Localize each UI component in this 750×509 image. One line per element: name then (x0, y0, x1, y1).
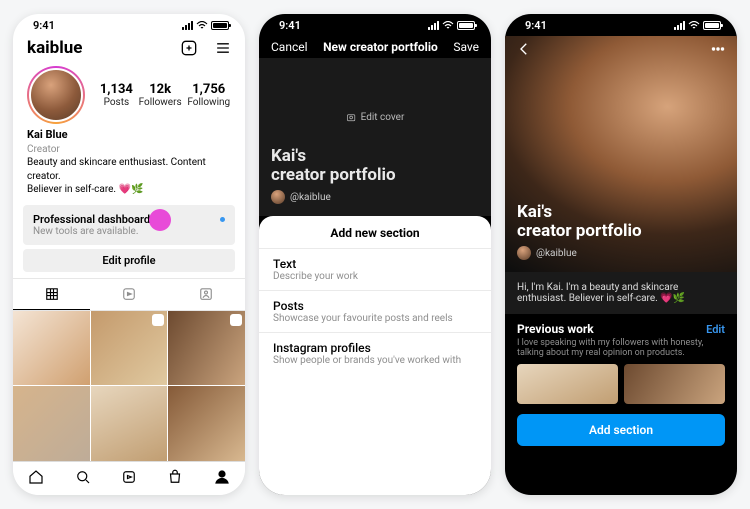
save-button[interactable]: Save (453, 40, 479, 54)
stat-followers[interactable]: 12k Followers (139, 82, 182, 108)
menu-icon[interactable] (213, 38, 233, 58)
nav-shop-icon[interactable] (166, 468, 184, 490)
new-portfolio-screen: 9:41 Cancel New creator portfolio Save E… (259, 14, 491, 495)
highlight-dot (149, 209, 171, 231)
edit-cover-button[interactable]: Edit cover (346, 112, 405, 123)
post-thumb[interactable] (13, 386, 90, 461)
previous-work-desc: I love speaking with my followers with h… (505, 338, 737, 364)
option-posts[interactable]: Posts Showcase your favourite posts and … (259, 290, 491, 332)
professional-dashboard[interactable]: Professional dashboard New tools are ava… (23, 205, 235, 245)
option-text[interactable]: Text Describe your work (259, 248, 491, 290)
stat-following[interactable]: 1,756 Following (187, 82, 230, 108)
profile-username[interactable]: kaiblue (27, 38, 179, 58)
wifi-icon (196, 21, 208, 30)
post-thumb[interactable] (91, 386, 168, 461)
signal-icon (674, 21, 685, 30)
edit-link[interactable]: Edit (706, 323, 725, 336)
post-thumb[interactable] (91, 311, 168, 386)
mini-avatar (517, 246, 531, 260)
status-bar: 9:41 (259, 14, 491, 36)
status-bar: 9:41 (505, 14, 737, 36)
bottom-nav (13, 461, 245, 495)
post-thumb[interactable] (13, 311, 90, 386)
intro-emoji: 💗🌿 (660, 293, 685, 304)
battery-icon (211, 21, 229, 30)
status-time: 9:41 (279, 19, 301, 32)
bio-emoji: 💗🌿 (119, 184, 144, 195)
nav-home-icon[interactable] (27, 468, 45, 490)
more-icon[interactable] (709, 40, 727, 58)
reel-badge-icon (230, 314, 242, 326)
status-indicators (182, 21, 229, 30)
avatar[interactable] (27, 66, 85, 124)
nav-profile-icon[interactable] (213, 468, 231, 490)
wifi-icon (688, 21, 700, 30)
portfolio-view-screen: 9:41 Kai's creator portfolio @kaiblue Hi… (505, 14, 737, 495)
battery-icon (703, 21, 721, 30)
portfolio-title: Kai's creator portfolio (517, 203, 725, 242)
previous-work-thumbs (505, 364, 737, 404)
bio-name: Kai Blue (27, 128, 231, 143)
wifi-icon (442, 21, 454, 30)
tab-grid[interactable] (13, 279, 90, 310)
modal-header: Cancel New creator portfolio Save (259, 36, 491, 58)
post-thumb[interactable] (168, 386, 245, 461)
status-indicators (674, 21, 721, 30)
back-icon[interactable] (515, 40, 533, 58)
status-time: 9:41 (525, 19, 547, 32)
sheet-title: Add new section (259, 226, 491, 248)
post-thumb[interactable] (168, 311, 245, 386)
portfolio-intro: Hi, I'm Kai. I'm a beauty and skincare e… (505, 272, 737, 314)
status-bar: 9:41 (13, 14, 245, 36)
status-indicators (428, 21, 475, 30)
portfolio-hero: Kai's creator portfolio @kaiblue (505, 36, 737, 272)
status-time: 9:41 (33, 19, 55, 32)
tab-reels[interactable] (90, 279, 167, 310)
profile-stats: 1,134 Posts 12k Followers 1,756 Followin… (97, 82, 233, 108)
add-section-sheet: Add new section Text Describe your work … (259, 216, 491, 495)
edit-profile-button[interactable]: Edit profile (23, 249, 235, 272)
portfolio-handle: @kaiblue (517, 246, 725, 260)
profile-bio: Kai Blue Creator Beauty and skincare ent… (13, 128, 245, 197)
signal-icon (182, 21, 193, 30)
profile-screen: 9:41 kaiblue 1,134 Posts 12k Followers 1… (13, 14, 245, 495)
nav-search-icon[interactable] (74, 468, 92, 490)
reel-badge-icon (152, 314, 164, 326)
nav-reels-icon[interactable] (120, 468, 138, 490)
new-indicator-dot (220, 217, 225, 222)
option-profiles[interactable]: Instagram profiles Show people or brands… (259, 332, 491, 374)
stat-posts[interactable]: 1,134 Posts (100, 82, 133, 108)
cover-area: Edit cover Kai's creator portfolio @kaib… (259, 58, 491, 216)
tab-tagged[interactable] (168, 279, 245, 310)
work-thumb[interactable] (624, 364, 725, 404)
create-icon[interactable] (179, 38, 199, 58)
bio-line-1: Beauty and skincare enthusiast. Content … (27, 156, 231, 183)
signal-icon (428, 21, 439, 30)
previous-work-header: Previous work Edit (505, 314, 737, 338)
profile-header: kaiblue (13, 36, 245, 60)
modal-title: New creator portfolio (323, 40, 438, 54)
profile-tabs (13, 278, 245, 311)
mini-avatar (271, 190, 285, 204)
bio-category: Creator (27, 143, 231, 157)
portfolio-handle: @kaiblue (271, 190, 479, 204)
profile-top: 1,134 Posts 12k Followers 1,756 Followin… (13, 60, 245, 128)
add-section-button[interactable]: Add section (517, 414, 725, 446)
work-thumb[interactable] (517, 364, 618, 404)
posts-grid (13, 311, 245, 461)
cancel-button[interactable]: Cancel (271, 40, 308, 54)
portfolio-title: Kai's creator portfolio (271, 147, 479, 186)
battery-icon (457, 21, 475, 30)
bio-line-2: Believer in self-care. 💗🌿 (27, 183, 231, 197)
